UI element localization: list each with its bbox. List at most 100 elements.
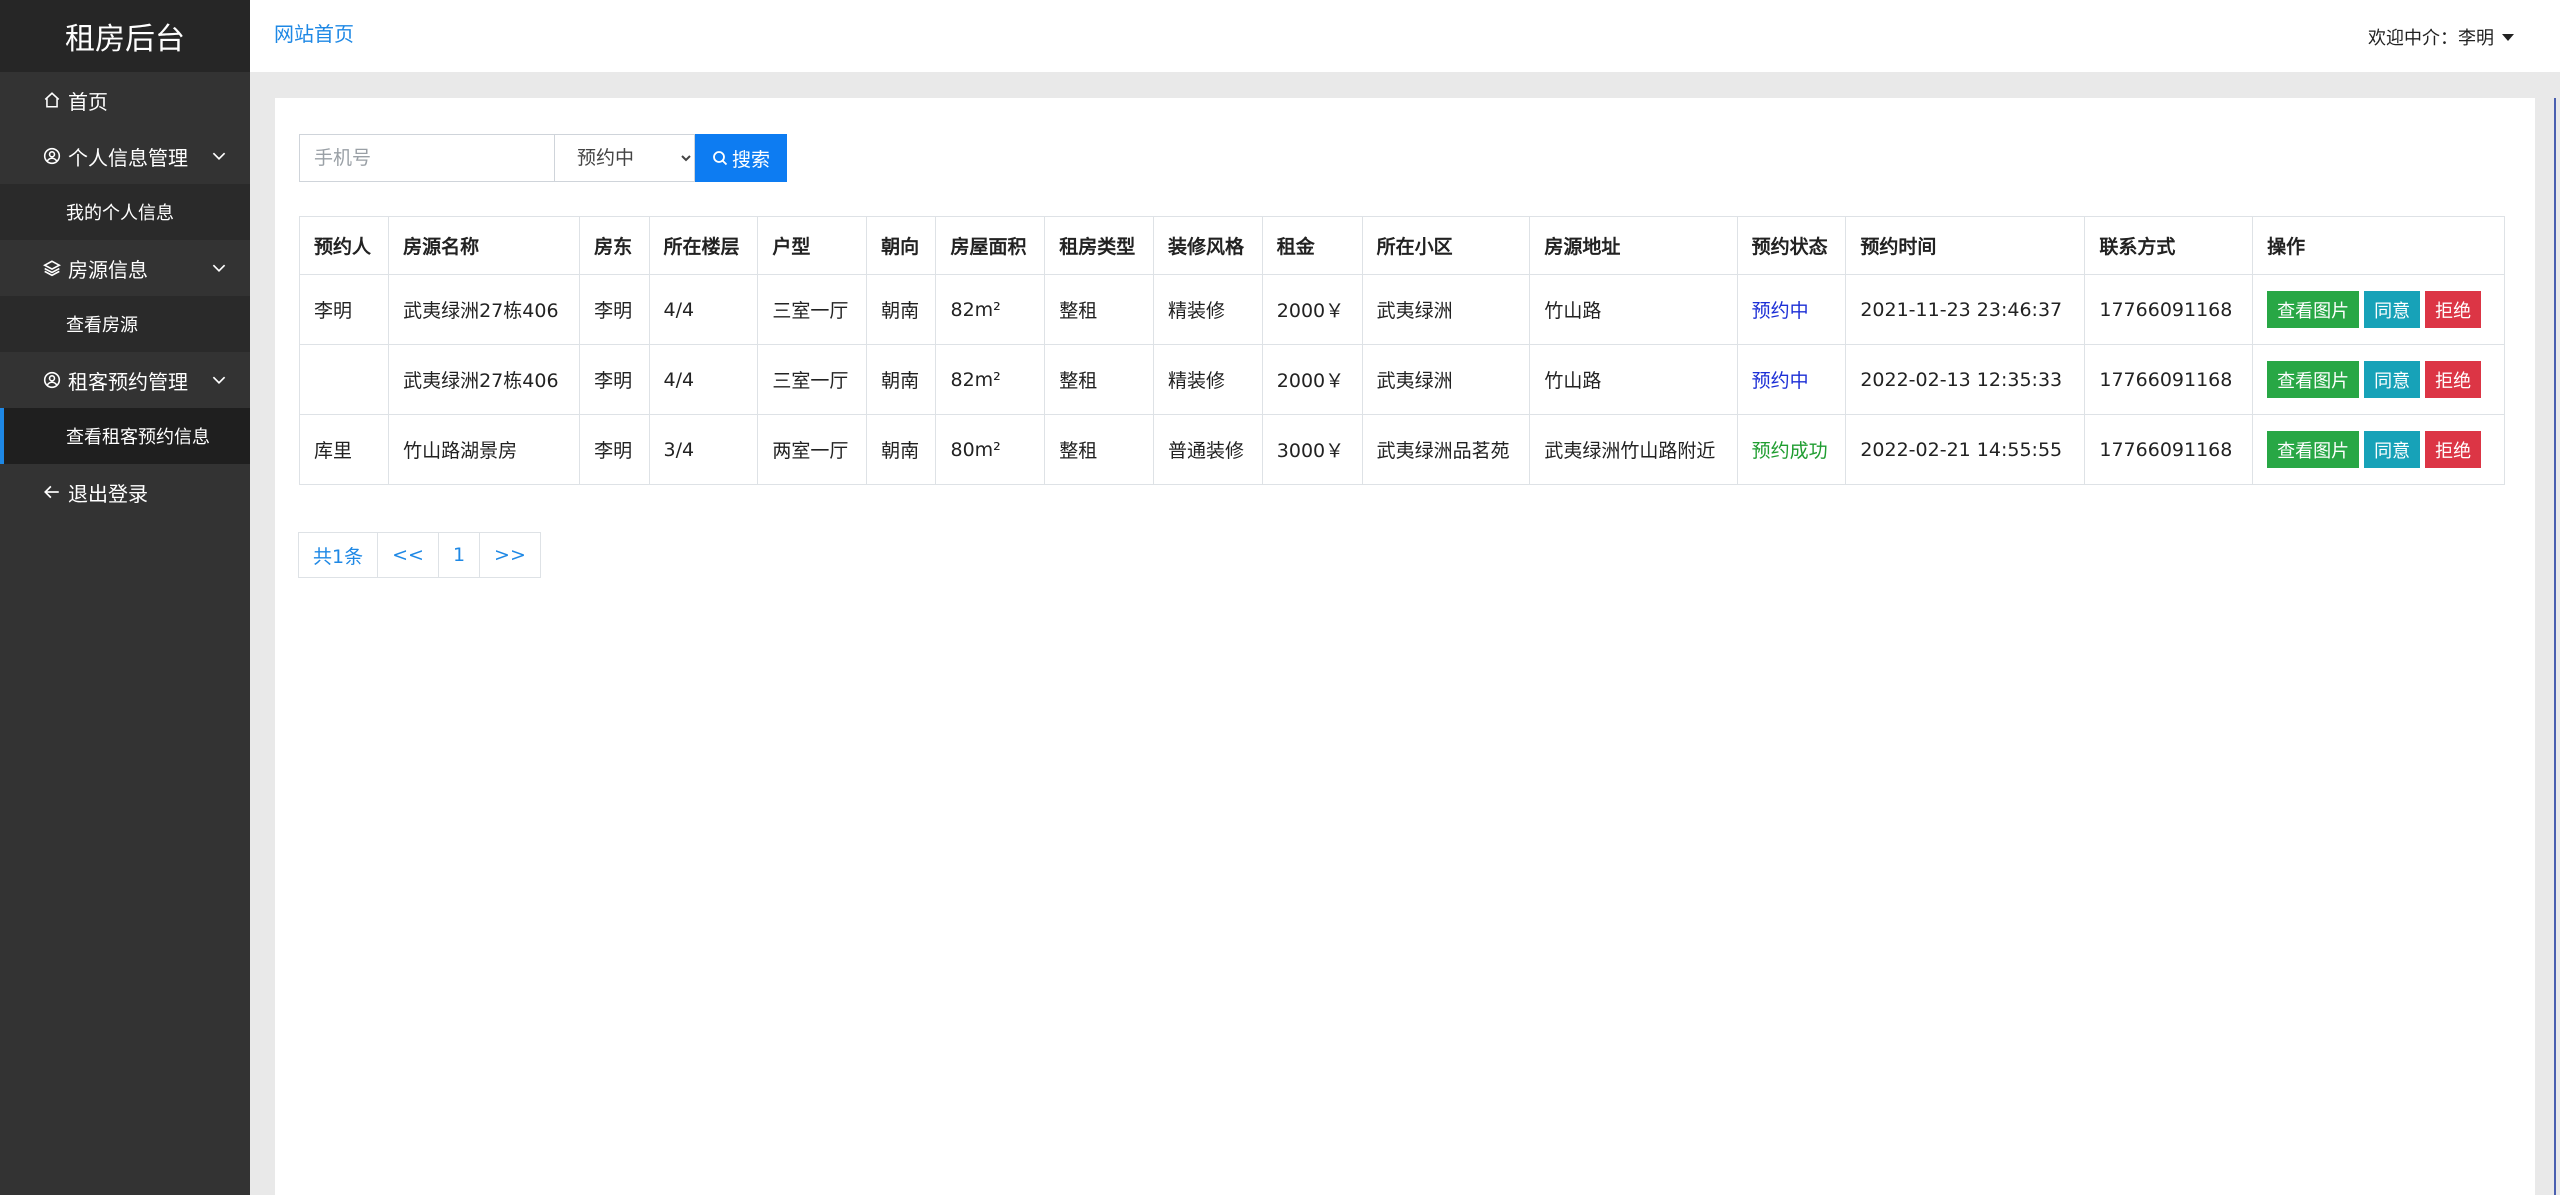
table-header-row: 预约人 房源名称 房东 所在楼层 户型 朝向 房屋面积 租房类型 装修风格 租金… bbox=[298, 216, 2505, 275]
cell-address: 竹山路 bbox=[1529, 274, 1738, 345]
search-button[interactable]: 搜索 bbox=[695, 134, 787, 182]
col-area: 房屋面积 bbox=[935, 216, 1046, 275]
sidebar-subitem-view-listings[interactable]: 查看房源 bbox=[0, 296, 250, 352]
col-layout: 户型 bbox=[757, 216, 868, 275]
pagination-page-1[interactable]: 1 bbox=[437, 532, 481, 578]
table-row: 武夷绿洲27栋406 李明 4/4 三室一厅 朝南 82m² 整租 精装修 20… bbox=[298, 344, 2505, 415]
col-listing-name: 房源名称 bbox=[388, 216, 581, 275]
cell-rent-type: 整租 bbox=[1044, 274, 1155, 345]
cell-rent: 3000￥ bbox=[1261, 414, 1363, 485]
cell-actions: 查看图片 同意 拒绝 bbox=[2252, 414, 2505, 485]
pagination-next[interactable]: >> bbox=[479, 532, 541, 578]
cell-rent-type: 整租 bbox=[1044, 344, 1155, 415]
cell-floor: 4/4 bbox=[648, 344, 759, 415]
sidebar-item-label: 租客预约管理 bbox=[68, 369, 188, 394]
view-images-button[interactable]: 查看图片 bbox=[2267, 361, 2360, 398]
cell-floor: 4/4 bbox=[648, 274, 759, 345]
user-menu[interactable]: 欢迎中介：李明 bbox=[2368, 24, 2514, 50]
sidebar-item-personal-info[interactable]: 个人信息管理 bbox=[0, 128, 250, 184]
sidebar: 租房后台 首页 个人信息管理 我的个人信息 房源信息 查看房源 租客预约管理 查… bbox=[0, 0, 250, 1195]
cell-landlord: 李明 bbox=[579, 344, 650, 415]
col-decor: 装修风格 bbox=[1153, 216, 1263, 275]
col-orientation: 朝向 bbox=[866, 216, 937, 275]
col-status: 预约状态 bbox=[1736, 216, 1847, 275]
cell-community: 武夷绿洲 bbox=[1361, 274, 1531, 345]
sidebar-item-label: 首页 bbox=[68, 89, 108, 114]
reject-button[interactable]: 拒绝 bbox=[2425, 361, 2482, 398]
sidebar-subitem-my-info[interactable]: 我的个人信息 bbox=[0, 184, 250, 240]
phone-search-input[interactable] bbox=[299, 134, 555, 182]
table-row: 李明 武夷绿洲27栋406 李明 4/4 三室一厅 朝南 82m² 整租 精装修… bbox=[298, 274, 2505, 345]
col-floor: 所在楼层 bbox=[648, 216, 759, 275]
cell-area: 80m² bbox=[935, 414, 1046, 485]
reject-button[interactable]: 拒绝 bbox=[2425, 291, 2482, 328]
sidebar-item-label: 个人信息管理 bbox=[68, 145, 188, 170]
cell-tenant: 库里 bbox=[298, 414, 390, 485]
site-home-link[interactable]: 网站首页 bbox=[274, 18, 354, 47]
top-bar: 网站首页 欢迎中介：李明 bbox=[250, 0, 2560, 72]
status-select[interactable]: 预约中 bbox=[555, 134, 695, 182]
view-images-button[interactable]: 查看图片 bbox=[2267, 291, 2360, 328]
pagination-total: 共1条 bbox=[298, 532, 379, 578]
cell-layout: 三室一厅 bbox=[757, 274, 868, 345]
cell-community: 武夷绿洲品茗苑 bbox=[1361, 414, 1531, 485]
pagination: 共1条 << 1 >> bbox=[298, 532, 541, 578]
cell-community: 武夷绿洲 bbox=[1361, 344, 1531, 415]
cell-orientation: 朝南 bbox=[866, 274, 937, 345]
view-images-button[interactable]: 查看图片 bbox=[2267, 431, 2360, 468]
cell-orientation: 朝南 bbox=[866, 414, 937, 485]
chevron-down-icon bbox=[210, 259, 228, 277]
col-community: 所在小区 bbox=[1361, 216, 1531, 275]
reject-button[interactable]: 拒绝 bbox=[2425, 431, 2482, 468]
cell-address: 竹山路 bbox=[1529, 344, 1738, 415]
cell-time: 2022-02-21 14:55:55 bbox=[1845, 414, 2086, 485]
content-card: 预约中 搜索 预约人 房源名称 房东 所在楼层 户型 朝向 房屋面积 租房类型 … bbox=[275, 98, 2535, 1195]
cell-address: 武夷绿洲竹山路附近 bbox=[1529, 414, 1738, 485]
agree-button[interactable]: 同意 bbox=[2364, 431, 2421, 468]
sidebar-subitem-view-bookings[interactable]: 查看租客预约信息 bbox=[0, 408, 250, 464]
cell-status: 预约中 bbox=[1736, 344, 1847, 415]
sidebar-item-logout[interactable]: 退出登录 bbox=[0, 464, 250, 520]
welcome-text: 欢迎中介：李明 bbox=[2368, 28, 2494, 49]
chevron-down-icon bbox=[210, 147, 228, 165]
sidebar-item-listings[interactable]: 房源信息 bbox=[0, 240, 250, 296]
search-button-label: 搜索 bbox=[731, 148, 770, 171]
table-row: 库里 竹山路湖景房 李明 3/4 两室一厅 朝南 80m² 整租 普通装修 30… bbox=[298, 414, 2505, 485]
col-tenant: 预约人 bbox=[298, 216, 390, 275]
cell-layout: 三室一厅 bbox=[757, 344, 868, 415]
agree-button[interactable]: 同意 bbox=[2364, 291, 2421, 328]
cell-area: 82m² bbox=[935, 274, 1046, 345]
sidebar-item-label: 房源信息 bbox=[68, 257, 148, 282]
home-icon bbox=[42, 90, 62, 110]
cell-decor: 精装修 bbox=[1153, 344, 1263, 415]
col-landlord: 房东 bbox=[579, 216, 650, 275]
agree-button[interactable]: 同意 bbox=[2364, 361, 2421, 398]
scrollbar-edge[interactable] bbox=[2554, 98, 2556, 1195]
cell-rent: 2000￥ bbox=[1261, 274, 1363, 345]
cell-status: 预约成功 bbox=[1736, 414, 1847, 485]
user-circle-icon bbox=[42, 146, 62, 166]
layers-icon bbox=[42, 258, 62, 278]
cell-layout: 两室一厅 bbox=[757, 414, 868, 485]
col-phone: 联系方式 bbox=[2084, 216, 2254, 275]
sidebar-item-tenant-booking[interactable]: 租客预约管理 bbox=[0, 352, 250, 408]
brand-title: 租房后台 bbox=[0, 0, 250, 72]
cell-phone: 17766091168 bbox=[2084, 274, 2254, 345]
cell-floor: 3/4 bbox=[648, 414, 759, 485]
cell-phone: 17766091168 bbox=[2084, 344, 2254, 415]
search-bar: 预约中 搜索 bbox=[299, 134, 787, 182]
col-actions: 操作 bbox=[2252, 216, 2505, 275]
col-rent-type: 租房类型 bbox=[1044, 216, 1155, 275]
booking-table: 预约人 房源名称 房东 所在楼层 户型 朝向 房屋面积 租房类型 装修风格 租金… bbox=[298, 216, 2505, 485]
cell-rent-type: 整租 bbox=[1044, 414, 1155, 485]
cell-listing-name: 武夷绿洲27栋406 bbox=[388, 274, 581, 345]
cell-tenant bbox=[298, 344, 390, 415]
cell-time: 2021-11-23 23:46:37 bbox=[1845, 274, 2086, 345]
cell-decor: 普通装修 bbox=[1153, 414, 1263, 485]
sidebar-item-home[interactable]: 首页 bbox=[0, 72, 250, 128]
cell-landlord: 李明 bbox=[579, 414, 650, 485]
pagination-prev[interactable]: << bbox=[377, 532, 439, 578]
cell-landlord: 李明 bbox=[579, 274, 650, 345]
cell-orientation: 朝南 bbox=[866, 344, 937, 415]
col-time: 预约时间 bbox=[1845, 216, 2086, 275]
